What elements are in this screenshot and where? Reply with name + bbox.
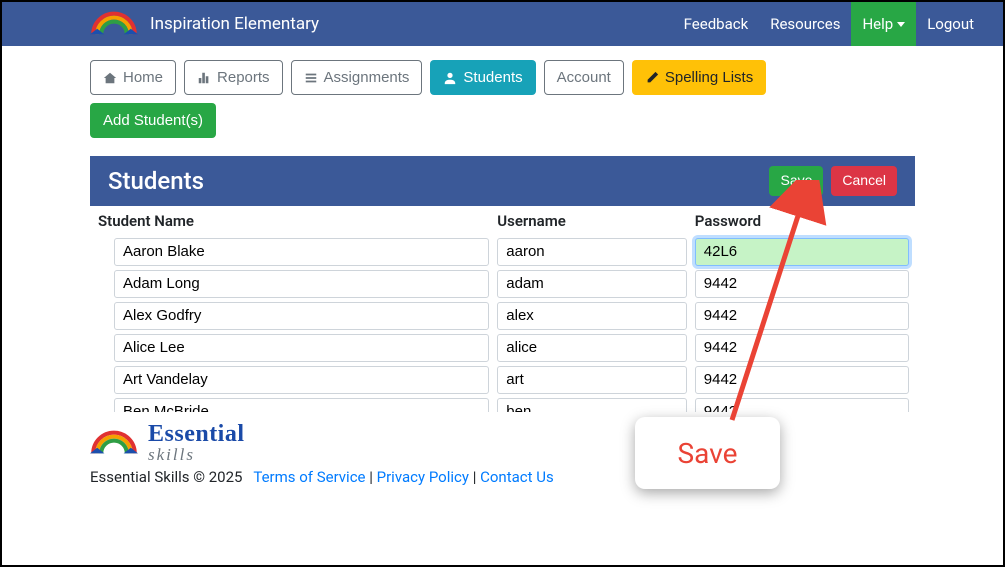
cancel-button[interactable]: Cancel [831, 166, 897, 196]
rainbow-logo-icon [90, 429, 138, 457]
rainbow-logo-icon [90, 10, 138, 38]
nav-assignments-label: Assignments [324, 67, 410, 88]
student-username-input[interactable] [497, 238, 687, 266]
students-panel: Students Save Cancel Student Name Userna… [90, 156, 915, 412]
col-header-name: Student Name [90, 206, 493, 236]
nav-students-button[interactable]: Students [430, 60, 535, 95]
school-name: Inspiration Elementary [150, 14, 319, 34]
student-password-input[interactable] [695, 366, 909, 394]
student-name-input[interactable] [114, 334, 489, 362]
nav-home-button[interactable]: Home [90, 60, 176, 95]
pencil-icon [645, 71, 659, 85]
footer-copyright: Essential Skills © 2025 [90, 468, 242, 486]
nav-students-label: Students [463, 67, 522, 88]
chart-icon [197, 71, 211, 85]
col-header-username: Username [493, 206, 691, 236]
student-password-input[interactable] [695, 270, 909, 298]
nav-feedback[interactable]: Feedback [673, 2, 760, 46]
student-username-input[interactable] [497, 366, 687, 394]
student-name-input[interactable] [114, 238, 489, 266]
student-username-input[interactable] [497, 398, 687, 412]
top-navbar: Inspiration Elementary Feedback Resource… [2, 2, 1003, 46]
student-password-input[interactable] [695, 302, 909, 330]
nav-home-label: Home [123, 67, 163, 88]
nav-assignments-button[interactable]: Assignments [291, 60, 423, 95]
table-row [90, 332, 913, 364]
nav-spelling-label: Spelling Lists [665, 67, 753, 88]
student-name-input[interactable] [114, 270, 489, 298]
table-row [90, 300, 913, 332]
student-name-input[interactable] [114, 398, 489, 412]
footer-brand-top: Essential [148, 421, 245, 447]
student-password-input[interactable] [695, 238, 909, 266]
table-row [90, 268, 913, 300]
nav-reports-button[interactable]: Reports [184, 60, 283, 95]
home-icon [103, 71, 117, 85]
annotation-callout-label: Save [678, 437, 738, 470]
footer-brand-bottom: skills [148, 445, 195, 464]
students-panel-header: Students Save Cancel [90, 156, 915, 206]
student-name-input[interactable] [114, 302, 489, 330]
nav-logout[interactable]: Logout [916, 2, 985, 46]
student-username-input[interactable] [497, 334, 687, 362]
nav-account-button[interactable]: Account [544, 60, 624, 95]
nav-help-label: Help [862, 15, 893, 33]
student-password-input[interactable] [695, 398, 909, 412]
secondary-nav: Home Reports Assignments Students Accoun… [90, 60, 915, 95]
footer: Essential skills Essential Skills © 2025… [2, 412, 1003, 486]
nav-account-label: Account [557, 67, 611, 88]
nav-reports-label: Reports [217, 67, 270, 88]
footer-brand: Essential skills [148, 422, 245, 464]
annotation-callout: Save [635, 417, 780, 489]
students-panel-title: Students [108, 167, 204, 195]
table-row [90, 396, 913, 412]
top-menu: Feedback Resources Help Logout [673, 2, 985, 46]
person-icon [443, 71, 457, 85]
student-username-input[interactable] [497, 270, 687, 298]
footer-contact-link[interactable]: Contact Us [480, 468, 554, 486]
brand: Inspiration Elementary [90, 10, 319, 38]
add-students-button[interactable]: Add Student(s) [90, 103, 216, 138]
chevron-down-icon [897, 22, 905, 27]
footer-privacy-link[interactable]: Privacy Policy [377, 468, 469, 486]
student-password-input[interactable] [695, 334, 909, 362]
footer-tos-link[interactable]: Terms of Service [253, 468, 365, 486]
save-button[interactable]: Save [769, 166, 823, 196]
nav-help-dropdown[interactable]: Help [851, 2, 916, 46]
students-table: Student Name Username Password [90, 206, 913, 412]
col-header-password: Password [691, 206, 913, 236]
students-table-scroll[interactable]: Student Name Username Password [90, 206, 915, 412]
nav-resources[interactable]: Resources [759, 2, 851, 46]
table-row [90, 236, 913, 268]
student-username-input[interactable] [497, 302, 687, 330]
student-name-input[interactable] [114, 366, 489, 394]
table-row [90, 364, 913, 396]
nav-spelling-button[interactable]: Spelling Lists [632, 60, 766, 95]
list-icon [304, 71, 318, 85]
